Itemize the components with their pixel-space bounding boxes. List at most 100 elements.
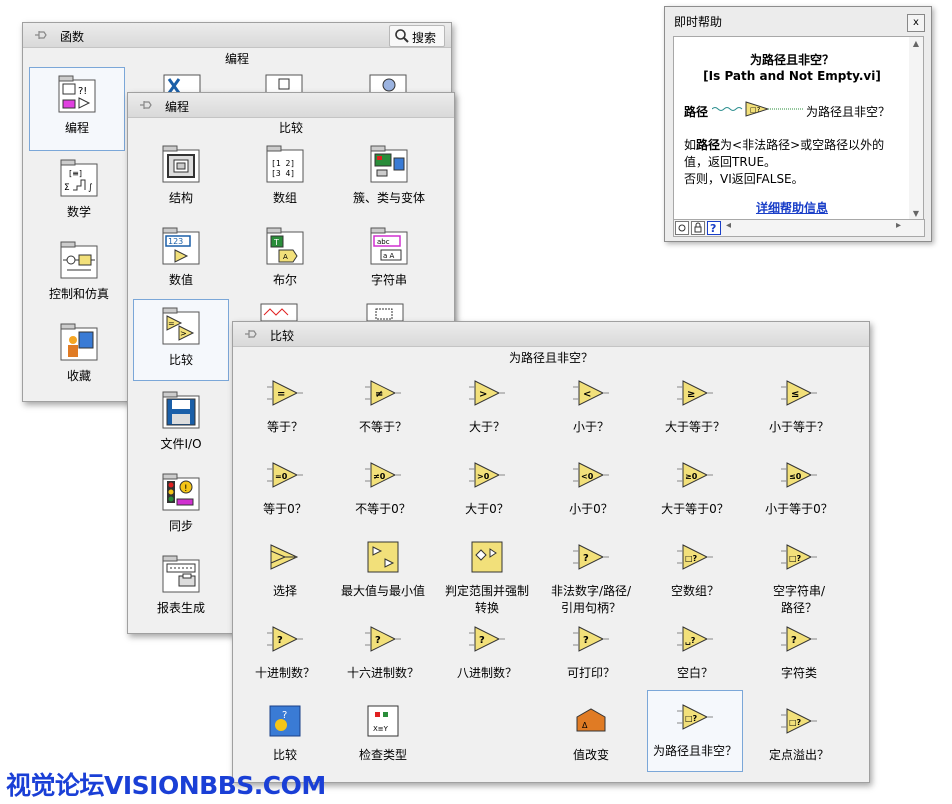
palette-item-structures[interactable]: 结构 (135, 137, 227, 215)
palette-item-greater-or-equal[interactable]: ≥ 大于等于？ (649, 366, 741, 444)
palette-item-select[interactable]: 选择 (239, 530, 331, 608)
palette-item-not-equal-to-0[interactable]: ≠0 不等于0？ (337, 448, 429, 526)
palette-item-printable[interactable]: ? 可打印？ (545, 612, 637, 690)
close-button[interactable]: x (907, 14, 925, 32)
palette-item-array[interactable]: [1 2] [3 4] 数组 (239, 137, 331, 215)
palette-item-empty-string-path[interactable]: □? 空字符串/ 路径？ (753, 530, 845, 615)
search-icon (395, 29, 409, 43)
palette-item-control-sim[interactable]: 控制和仿真 (33, 233, 125, 311)
palette-item-max-min[interactable]: 最大值与最小值 (337, 530, 429, 608)
palette-item-value-changed[interactable]: Δ 值改变 (545, 694, 637, 772)
not-a-number-path-refnum-icon: ? (571, 537, 611, 577)
palette-item-comparison[interactable]: = > 比较 (133, 299, 229, 381)
palette-item-label: 定点溢出？ (768, 748, 829, 762)
palette-item-equal-to-0[interactable]: =0 等于0？ (239, 448, 331, 526)
palette-item-favorites[interactable]: 收藏 (33, 315, 125, 393)
palette-item-less-than-0[interactable]: <0 小于0？ (545, 448, 637, 526)
numeric-icon: 123 (161, 226, 201, 266)
comparison-palette-titlebar[interactable]: 比较 (233, 322, 869, 347)
pin-icon[interactable] (138, 97, 154, 113)
svg-text:X≡Y: X≡Y (373, 725, 389, 733)
palette-item-math[interactable]: [≡] Σ ∫ 数学 (33, 151, 125, 229)
palette-item-fixed-point-overflow[interactable]: □? 定点溢出？ (753, 694, 845, 772)
scroll-down-arrow[interactable]: ▼ (909, 209, 923, 218)
white-space-icon: ␣? (675, 619, 715, 659)
palette-item-label: 小于等于？ (768, 420, 829, 434)
char-class-icon: ? (779, 619, 819, 659)
palette-item-report-generation[interactable]: 报表生成 (135, 547, 227, 625)
palette-item-white-space[interactable]: ␣? 空白？ (649, 612, 741, 690)
svg-text:□?: □? (750, 106, 761, 114)
string-icon: abc a A (369, 226, 409, 266)
search-button[interactable]: 搜索 (389, 25, 445, 47)
scroll-up-arrow[interactable]: ▲ (909, 39, 923, 48)
palette-item-equal[interactable]: = 等于？ (239, 366, 331, 444)
palette-item-greater-or-equal-0[interactable]: ≥0 大于等于0？ (649, 448, 741, 526)
palette-item-label: 字符串 (370, 273, 407, 287)
desc-bold: 路径 (696, 138, 721, 152)
palette-item-string[interactable]: abc a A 字符串 (343, 219, 435, 297)
greater-than-0-icon: >0 (467, 455, 507, 495)
greater-or-equal-icon: ≥ (675, 373, 715, 413)
svg-text:?: ? (277, 635, 283, 646)
palette-item-label: 布尔 (272, 273, 297, 287)
palette-item-label: 大于0？ (465, 502, 509, 516)
equal-icon: = (265, 373, 305, 413)
palette-item-less-or-equal[interactable]: ≤ 小于等于？ (753, 366, 845, 444)
vertical-scrollbar[interactable]: ▲ ▼ (909, 36, 924, 221)
palette-item-numeric[interactable]: 123 数值 (135, 219, 227, 297)
palette-item-less[interactable]: < 小于？ (545, 366, 637, 444)
svg-text:=: = (168, 319, 175, 328)
programming-palette-titlebar[interactable]: 编程 (128, 93, 454, 118)
palette-item-in-range-coerce[interactable]: 判定范围并强制 转换 (441, 530, 533, 615)
palette-item-octal-digit[interactable]: ? 八进制数？ (441, 612, 533, 690)
breadcrumb: 比较 (278, 121, 303, 135)
palette-item-label: 数学 (66, 205, 91, 219)
help-question-icon[interactable]: ? (707, 221, 721, 235)
functions-palette-titlebar[interactable]: 函数 搜索 (23, 23, 451, 48)
empty-string-path-icon: □? (779, 537, 819, 577)
palette-item-label: 比较 (272, 748, 297, 762)
palette-item-not-equal[interactable]: ≠ 不等于？ (337, 366, 429, 444)
not-equal-to-0-icon: ≠0 (363, 455, 403, 495)
palette-item-label: 不等于？ (358, 420, 407, 434)
palette-item-greater-than-0[interactable]: >0 大于0？ (441, 448, 533, 526)
palette-item-label: 大于等于？ (664, 420, 725, 434)
palette-item-not-a-number-path-refnum[interactable]: ? 非法数字/路径/ 引用句柄？ (545, 530, 637, 615)
pin-icon[interactable] (243, 326, 259, 342)
palette-item-less-or-equal-0[interactable]: ≤0 小于等于0？ (753, 448, 845, 526)
palette-item-decimal-digit[interactable]: ? 十进制数？ (239, 612, 331, 690)
palette-item-is-path-not-empty[interactable]: □? 为路径且非空？ (647, 690, 743, 772)
scroll-left-arrow[interactable]: ◂ (726, 220, 731, 231)
array-icon: [1 2] [3 4] (265, 144, 305, 184)
empty-array-icon: □? (675, 537, 715, 577)
svg-text:[≡]: [≡] (69, 169, 82, 178)
palette-item-char-class[interactable]: ? 字符类 (753, 612, 845, 690)
palette-item-programming[interactable]: ?! 编程 (29, 67, 125, 151)
comparison-express-icon: ? (265, 701, 305, 741)
math-icon: [≡] Σ ∫ (59, 158, 99, 198)
palette-item-comparison-express[interactable]: ? 比较 (239, 694, 331, 772)
palette-item-boolean[interactable]: TA 布尔 (239, 219, 331, 297)
palette-item-label: 空数组？ (670, 584, 719, 598)
palette-item-synchronization[interactable]: ! 同步 (135, 465, 227, 543)
scroll-right-arrow[interactable]: ▸ (896, 220, 901, 231)
pin-icon[interactable] (33, 27, 49, 43)
detailed-help-link[interactable]: 详细帮助信息 (674, 199, 910, 216)
palette-item-empty-array[interactable]: □? 空数组？ (649, 530, 741, 608)
palette-item-greater[interactable]: > 大于？ (441, 366, 533, 444)
show-optional-terminals-icon[interactable] (675, 221, 689, 235)
help-bottom-toolbar: ? ◂ ▸ (673, 219, 925, 237)
greater-icon: > (467, 373, 507, 413)
lock-icon[interactable] (691, 221, 705, 235)
search-label: 搜索 (412, 31, 437, 45)
palette-item-file-io[interactable]: 文件I/O (135, 383, 227, 461)
waveform-icon (260, 303, 298, 321)
svg-text:a A: a A (383, 252, 395, 260)
palette-item-label: 等于0？ (263, 502, 307, 516)
palette-item-cluster-class-variant[interactable]: 簇、类与变体 (343, 137, 435, 215)
svg-text:Δ: Δ (582, 721, 588, 730)
palette-item-check-type[interactable]: X≡Y 检查类型 (337, 694, 429, 772)
svg-text:□?: □? (789, 554, 802, 563)
palette-item-hex-digit[interactable]: ? 十六进制数？ (337, 612, 429, 690)
